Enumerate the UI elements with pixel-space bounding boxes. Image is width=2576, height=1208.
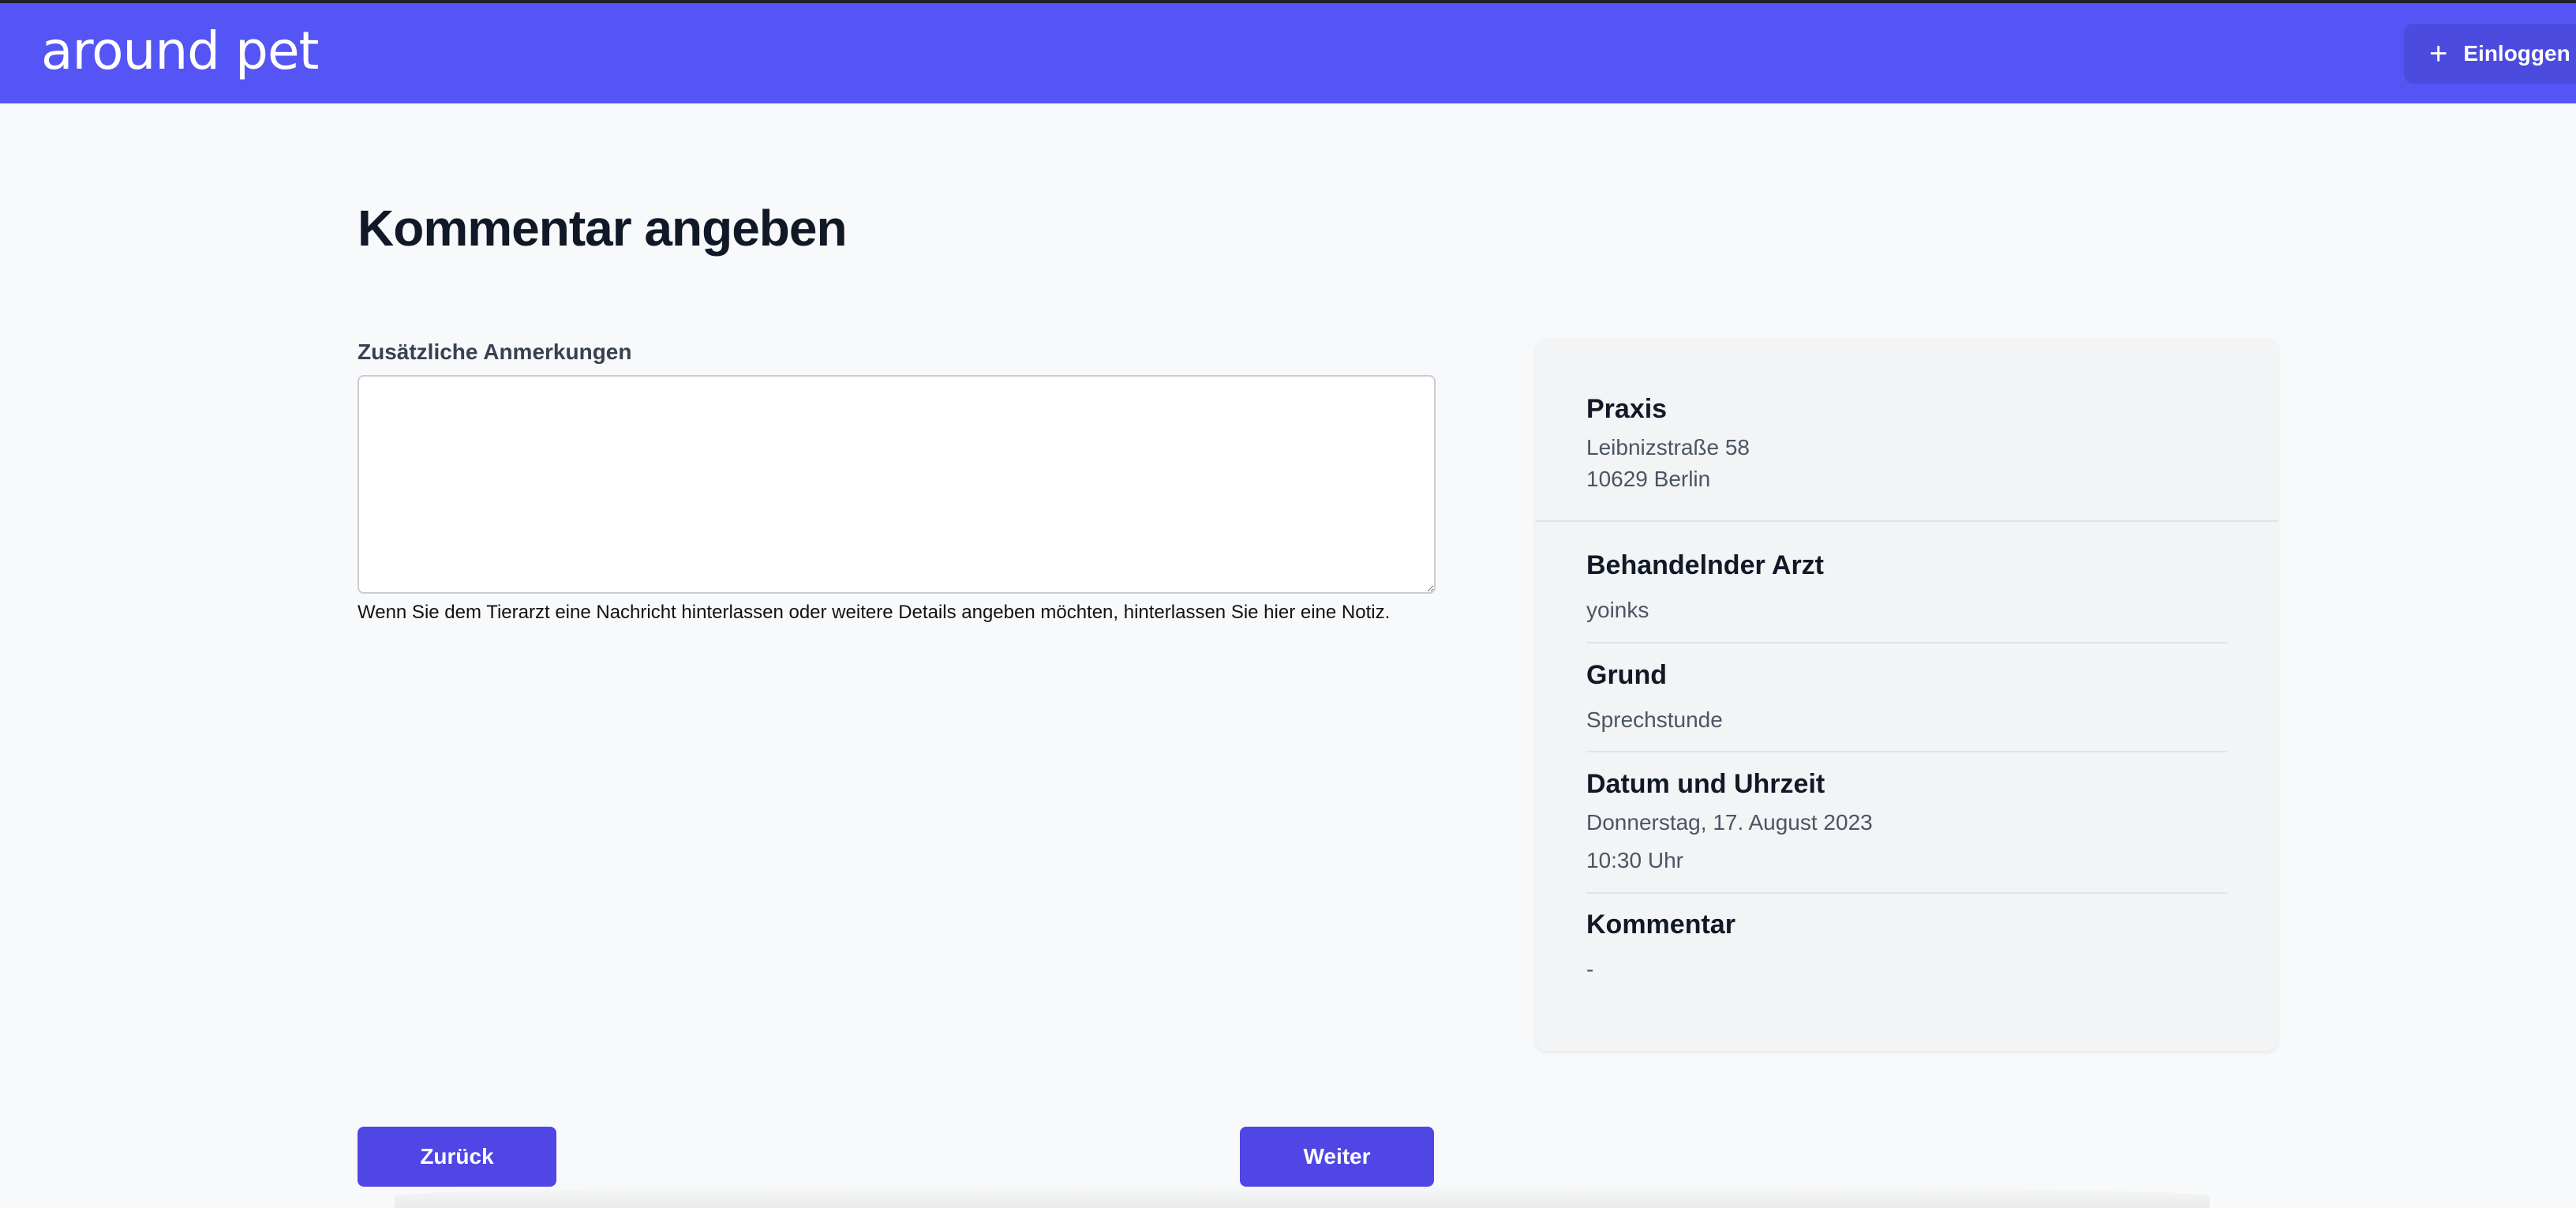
appointment-summary-card: Praxis Leibnizstraße 58 10629 Berlin Beh… — [1536, 339, 2278, 1051]
comment-textarea[interactable] — [358, 375, 1436, 594]
reason-value: Sprechstunde — [1586, 707, 1723, 732]
datetime-title: Datum und Uhrzeit — [1586, 769, 1825, 799]
comment-summary-value: - — [1586, 957, 1594, 981]
back-button[interactable]: Zurück — [358, 1127, 556, 1187]
practice-city: 10629 Berlin — [1586, 467, 1711, 491]
plus-icon: + — [2429, 36, 2448, 71]
page-title: Kommentar angeben — [358, 200, 848, 257]
comment-summary-title: Kommentar — [1586, 910, 1735, 940]
divider — [1586, 892, 2227, 894]
app-header: around pet + Einloggen — [0, 3, 2576, 103]
doctor-title: Behandelnder Arzt — [1586, 550, 1825, 580]
login-button[interactable]: + Einloggen — [2404, 24, 2576, 84]
next-button[interactable]: Weiter — [1240, 1127, 1434, 1187]
reason-title: Grund — [1586, 660, 1667, 690]
time-value: 10:30 Uhr — [1586, 848, 1683, 872]
logo[interactable]: around pet — [41, 21, 319, 81]
comment-label: Zusätzliche Anmerkungen — [358, 340, 632, 364]
footer-shadow — [395, 1184, 2210, 1208]
practice-title: Praxis — [1586, 394, 1668, 424]
date-value: Donnerstag, 17. August 2023 — [1586, 810, 1873, 835]
divider — [1586, 642, 2227, 643]
comment-helper-text: Wenn Sie dem Tierarzt eine Nachricht hin… — [358, 602, 1391, 623]
practice-street: Leibnizstraße 58 — [1586, 435, 1750, 460]
doctor-value: yoinks — [1586, 598, 1649, 622]
divider — [1586, 751, 2227, 752]
login-button-label: Einloggen — [2463, 41, 2570, 66]
practice-section: Praxis Leibnizstraße 58 10629 Berlin — [1536, 339, 2278, 522]
